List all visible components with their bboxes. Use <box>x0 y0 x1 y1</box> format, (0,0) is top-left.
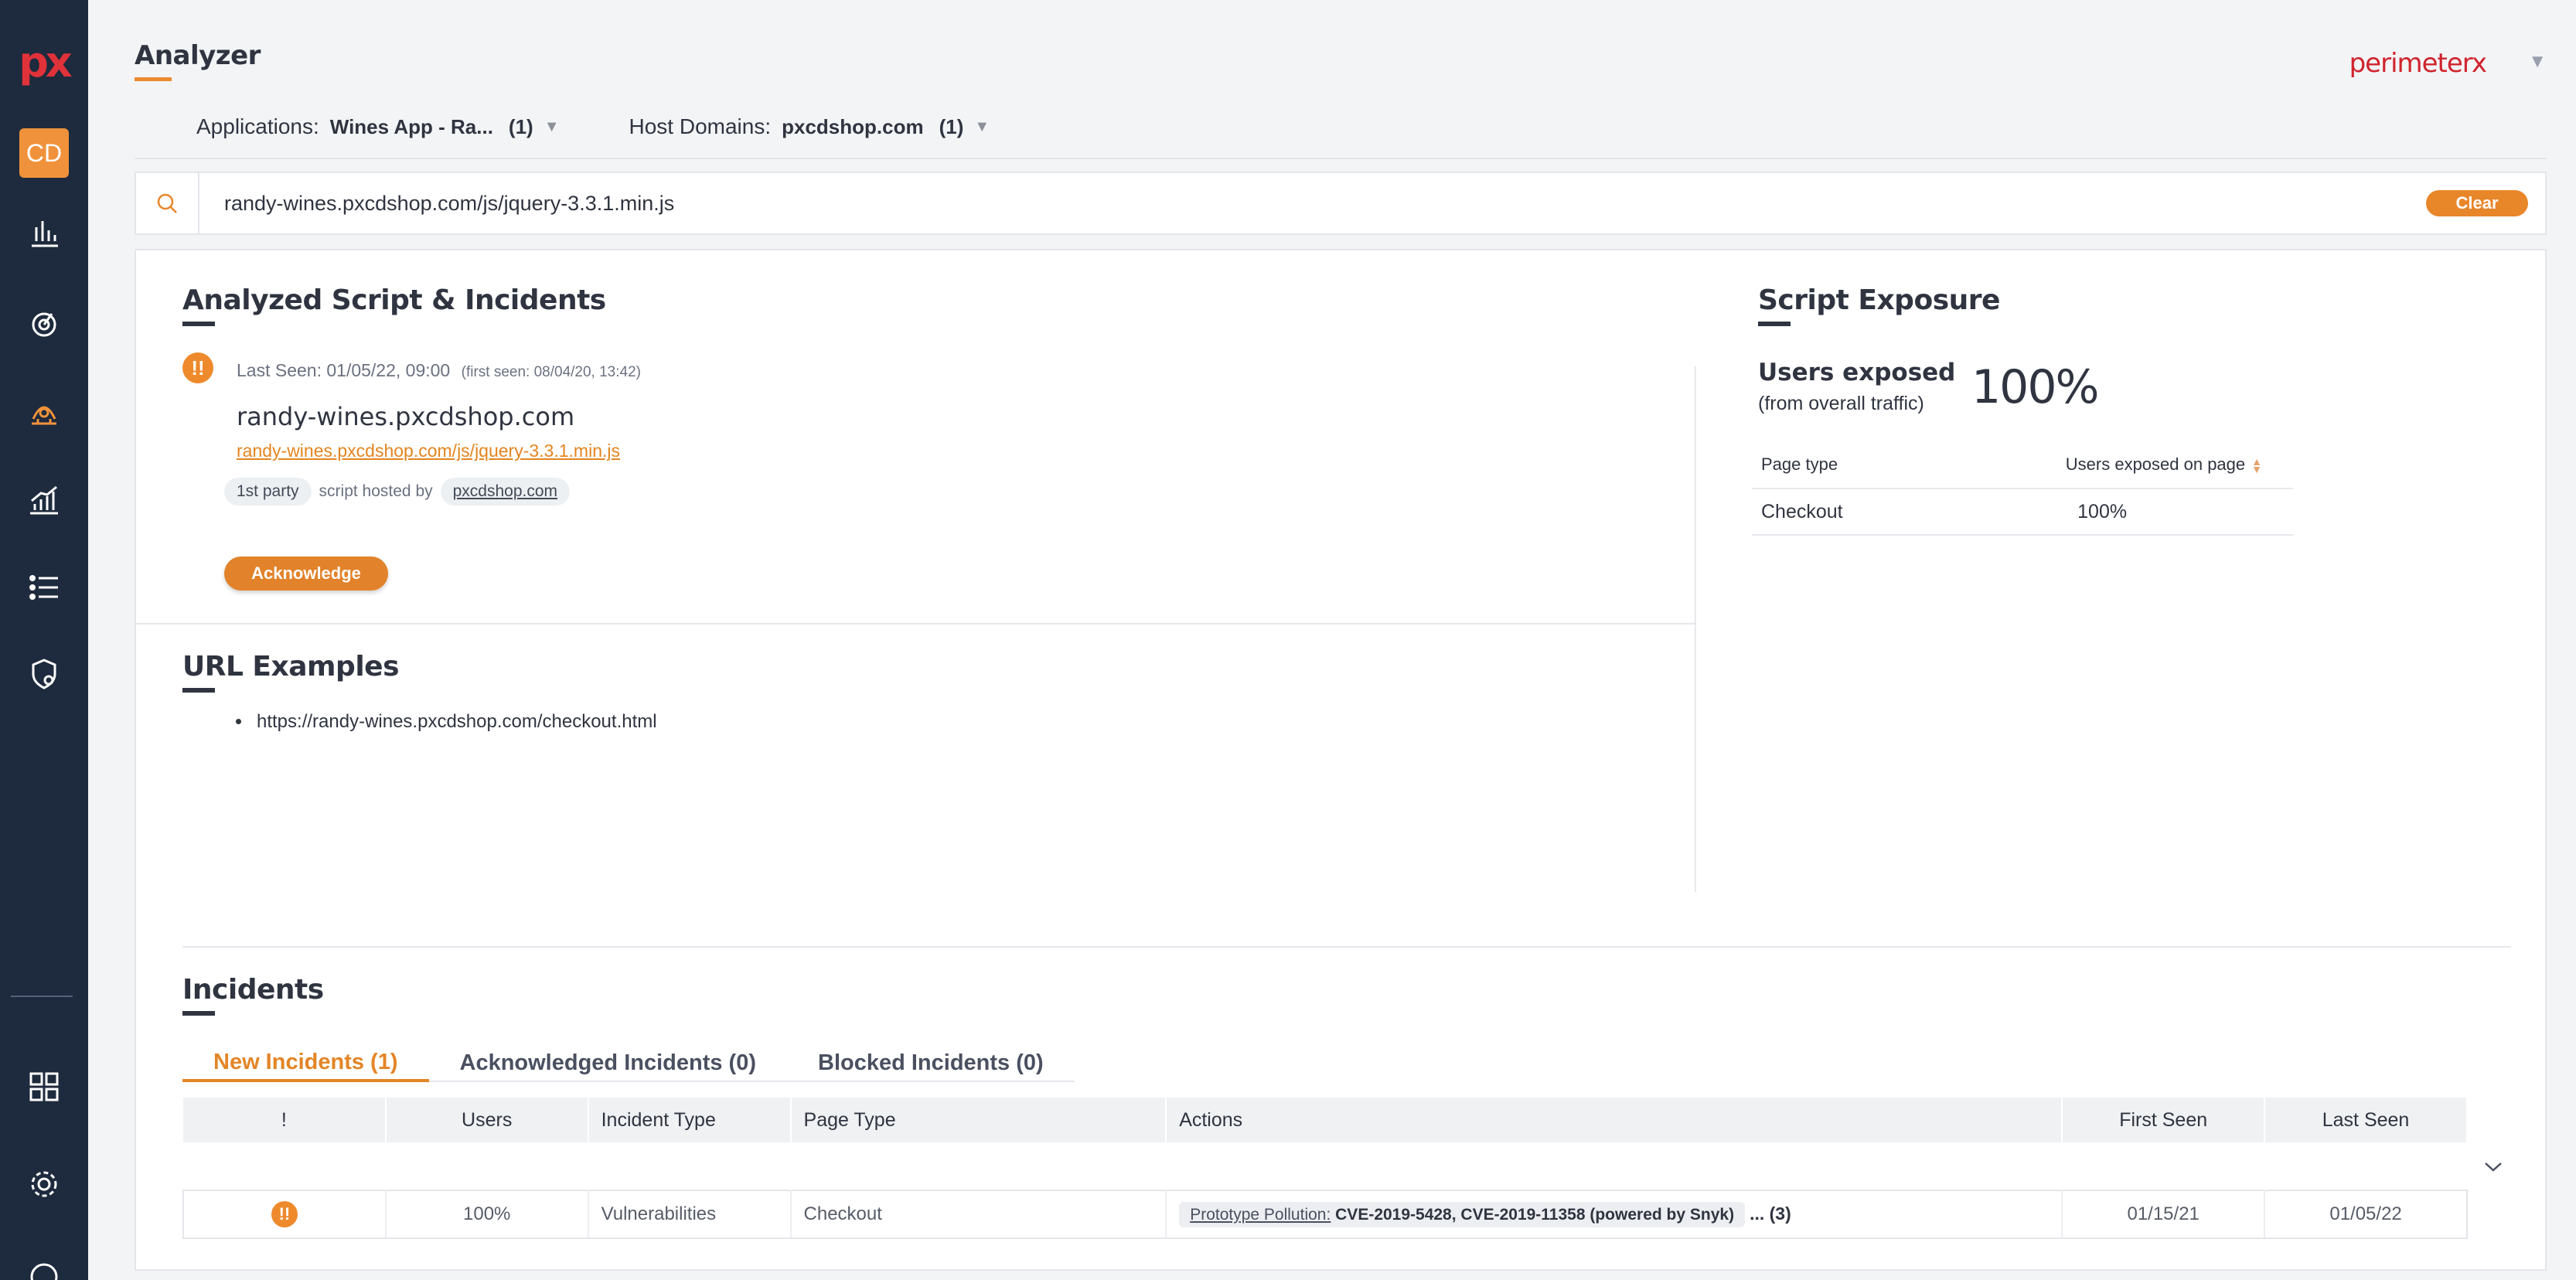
action-link[interactable]: Prototype Pollution: <box>1190 1206 1331 1224</box>
users-cell: 100% <box>385 1190 589 1239</box>
settings-gear-icon[interactable] <box>0 1159 88 1209</box>
hosted-by-text: script hosted by <box>319 482 433 500</box>
host-domains-label: Host Domains: <box>629 114 772 138</box>
acknowledge-button[interactable]: Acknowledge <box>224 557 388 591</box>
chevron-down-icon[interactable] <box>2482 1159 2505 1179</box>
warning-icon: !! <box>182 352 213 383</box>
script-tags: 1st party script hosted by pxcdshop.com <box>224 478 571 506</box>
table-row: Checkout 100% <box>1752 489 2293 536</box>
search-icon <box>136 172 199 235</box>
users-exposed-header[interactable]: Users exposed on page ▲ ▼ <box>1902 441 2293 489</box>
users-column-header[interactable]: Users <box>385 1098 589 1142</box>
shield-gear-icon[interactable] <box>0 649 88 699</box>
section-underline <box>1758 322 1791 326</box>
action-chip[interactable]: Prototype Pollution: CVE-2019-5428, CVE-… <box>1179 1202 1746 1227</box>
section-underline <box>182 688 215 693</box>
exposure-table: Page type Users exposed on page ▲ ▼ Checko… <box>1752 441 2293 536</box>
px-logo[interactable]: px <box>0 37 88 87</box>
last-seen-line: Last Seen: 01/05/22, 09:00 (first seen: … <box>237 360 641 381</box>
url-example-item: https://randy-wines.pxcdshop.com/checkou… <box>252 711 657 733</box>
page-type-column-header[interactable]: Page Type <box>790 1098 1167 1142</box>
incidents-title: Incidents <box>182 974 324 1006</box>
first-seen-cell: 01/15/21 <box>2062 1190 2266 1239</box>
analyzed-script-title: Analyzed Script & Incidents <box>182 284 606 316</box>
filters-bar: Applications: Wines App - Ra... (1) ▼ Ho… <box>196 110 1059 144</box>
incident-type-column-header[interactable]: Incident Type <box>588 1098 792 1142</box>
last-seen: Last Seen: 01/05/22, 09:00 <box>237 360 451 380</box>
applications-label: Applications: <box>196 114 319 138</box>
users-exposed-cell: 100% <box>1902 489 2293 536</box>
actions-column-header: Actions <box>1166 1098 2063 1142</box>
applications-value: Wines App - Ra... <box>329 114 493 138</box>
host-domains-count: (1) <box>939 114 964 138</box>
last-seen-cell: 01/05/22 <box>2264 1190 2468 1239</box>
bar-chart-icon[interactable] <box>0 209 88 258</box>
applications-count: (1) <box>508 114 533 138</box>
search-input[interactable] <box>199 174 2426 233</box>
hosted-by-domain-link[interactable]: pxcdshop.com <box>440 478 571 506</box>
brand-logo[interactable]: perimeterx <box>2349 48 2487 79</box>
filters-divider <box>135 158 2547 159</box>
clear-button[interactable]: Clear <box>2426 190 2528 216</box>
incidents-table: ! Users Incident Type Page Type Actions … <box>182 1098 2468 1239</box>
users-exposed-header-label: Users exposed on page <box>2065 454 2246 474</box>
section-underline <box>182 322 215 326</box>
table-row[interactable]: !! 100% Vulnerabilities Checkout Prototy… <box>182 1190 2468 1239</box>
users-exposed-subtitle: (from overall traffic) <box>1758 393 1924 414</box>
divider <box>182 946 2511 948</box>
host-domains-value: pxcdshop.com <box>782 114 924 138</box>
url-examples-list: https://randy-wines.pxcdshop.com/checkou… <box>233 711 657 733</box>
alert-cell: !! <box>182 1190 387 1239</box>
page-type-cell: Checkout <box>1752 489 1903 536</box>
url-examples-title: URL Examples <box>182 651 400 683</box>
analysis-card: Analyzed Script & Incidents !! Last Seen… <box>135 249 2547 1271</box>
chevron-down-icon[interactable]: ▼ <box>974 118 990 136</box>
page-type-header: Page type <box>1752 441 1903 489</box>
alert-column-header: ! <box>183 1098 387 1142</box>
tab-new-incidents[interactable]: New Incidents (1) <box>182 1045 429 1082</box>
tab-acknowledged-incidents[interactable]: Acknowledged Incidents (0) <box>428 1045 787 1082</box>
divider <box>136 623 1696 625</box>
tab-blocked-incidents[interactable]: Blocked Incidents (0) <box>787 1045 1075 1082</box>
script-host: randy-wines.pxcdshop.com <box>237 402 575 431</box>
actions-cell: Prototype Pollution: CVE-2019-5428, CVE-… <box>1166 1190 2063 1239</box>
trend-chart-icon[interactable] <box>0 475 88 524</box>
incident-tabs: New Incidents (1) Acknowledged Incidents… <box>182 1045 1075 1084</box>
radar-icon[interactable] <box>0 298 88 348</box>
vertical-divider <box>1695 366 1696 892</box>
brand-menu-caret-icon[interactable]: ▼ <box>2528 51 2547 73</box>
action-detail: CVE-2019-5428, CVE-2019-11358 (powered b… <box>1335 1206 1735 1224</box>
applications-filter[interactable]: Applications: Wines App - Ra... (1) ▼ <box>196 114 560 139</box>
sidebar: px CD <box>0 0 88 1280</box>
analyzer-icon[interactable] <box>0 386 88 436</box>
first-seen-column-header[interactable]: First Seen <box>2062 1098 2266 1142</box>
search-bar: Clear <box>135 172 2547 235</box>
list-icon[interactable] <box>0 563 88 612</box>
users-exposed-label: Users exposed <box>1758 359 1956 386</box>
script-exposure-title: Script Exposure <box>1758 284 2000 316</box>
page-title: Analyzer <box>135 40 261 71</box>
sidebar-divider <box>11 996 73 997</box>
more-actions[interactable]: ... (3) <box>1750 1203 1791 1224</box>
title-underline <box>135 77 172 81</box>
warning-icon: !! <box>271 1201 298 1227</box>
section-underline <box>182 1011 215 1016</box>
last-seen-column-header[interactable]: Last Seen <box>2264 1098 2468 1142</box>
script-url-link[interactable]: randy-wines.pxcdshop.com/js/jquery-3.3.1… <box>237 441 620 461</box>
user-avatar[interactable]: CD <box>19 128 69 178</box>
party-tag: 1st party <box>224 478 312 506</box>
host-domains-filter[interactable]: Host Domains: pxcdshop.com (1) ▼ <box>629 114 990 139</box>
help-icon[interactable] <box>0 1252 88 1280</box>
apps-grid-icon[interactable] <box>0 1062 88 1111</box>
sort-icon[interactable]: ▲ ▼ <box>2251 456 2262 475</box>
users-exposed-value: 100% <box>1971 360 2100 414</box>
page-type-cell: Checkout <box>790 1190 1167 1239</box>
chevron-down-icon[interactable]: ▼ <box>544 118 560 136</box>
incident-type-cell: Vulnerabilities <box>588 1190 792 1239</box>
first-seen: (first seen: 08/04/20, 13:42) <box>461 364 641 380</box>
